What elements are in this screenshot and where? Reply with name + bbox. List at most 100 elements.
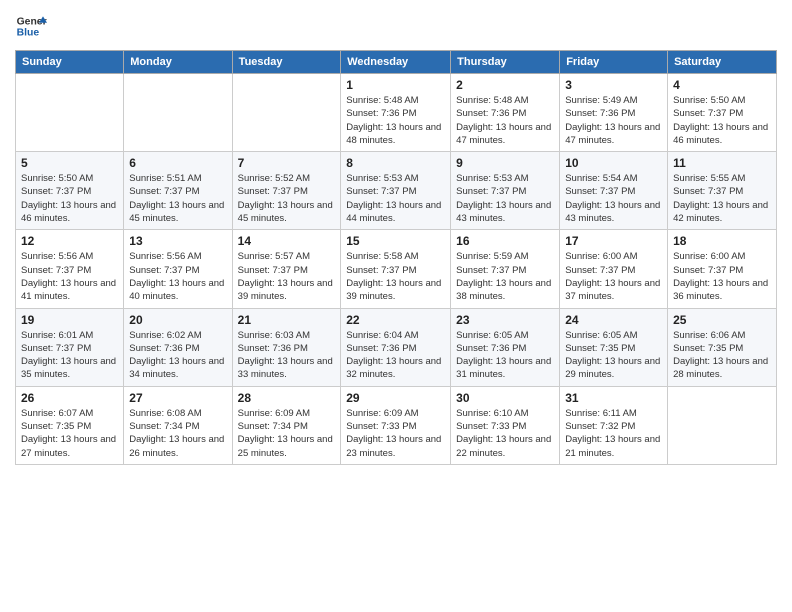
calendar-week-row: 1 Sunrise: 5:48 AMSunset: 7:36 PMDaylight… <box>16 74 777 152</box>
weekday-tuesday: Tuesday <box>232 51 341 74</box>
calendar-cell: 18Sunrise: 6:00 AMSunset: 7:37 PMDayligh… <box>668 230 777 308</box>
calendar-cell: 13 Sunrise: 5:56 AMSunset: 7:37 PMDayligh… <box>124 230 232 308</box>
day-number: 9 <box>456 156 554 170</box>
weekday-monday: Monday <box>124 51 232 74</box>
day-info: Sunrise: 5:50 AMSunset: 7:37 PMDaylight:… <box>21 172 118 225</box>
day-info: Sunrise: 5:54 AMSunset: 7:37 PMDaylight:… <box>565 172 662 225</box>
day-info: Sunrise: 5:57 AMSunset: 7:37 PMDaylight:… <box>238 250 336 303</box>
day-info: Sunrise: 5:51 AMSunset: 7:37 PMDaylight:… <box>129 172 226 225</box>
day-info: Sunrise: 6:11 AMSunset: 7:32 PMDaylight:… <box>565 407 662 460</box>
day-number: 10 <box>565 156 662 170</box>
calendar-cell <box>668 386 777 464</box>
header: General Blue <box>15 10 777 42</box>
calendar-cell: 7Sunrise: 5:52 AMSunset: 7:37 PMDaylight… <box>232 152 341 230</box>
calendar-cell: 23 Sunrise: 6:05 AMSunset: 7:36 PMDayligh… <box>451 308 560 386</box>
calendar-cell: 31 Sunrise: 6:11 AMSunset: 7:32 PMDayligh… <box>560 386 668 464</box>
calendar-cell: 2 Sunrise: 5:48 AMSunset: 7:36 PMDaylight… <box>451 74 560 152</box>
day-info: Sunrise: 5:55 AMSunset: 7:37 PMDaylight:… <box>673 172 771 225</box>
day-number: 8 <box>346 156 445 170</box>
day-info: Sunrise: 5:53 AMSunset: 7:37 PMDaylight:… <box>346 172 445 225</box>
calendar-week-row: 19 Sunrise: 6:01 AMSunset: 7:37 PMDayligh… <box>16 308 777 386</box>
weekday-thursday: Thursday <box>451 51 560 74</box>
day-number: 24 <box>565 313 662 327</box>
day-info: Sunrise: 6:03 AMSunset: 7:36 PMDaylight:… <box>238 329 336 382</box>
calendar-cell: 8 Sunrise: 5:53 AMSunset: 7:37 PMDaylight… <box>341 152 451 230</box>
day-info: Sunrise: 5:48 AMSunset: 7:36 PMDaylight:… <box>456 94 554 147</box>
calendar-cell: 25 Sunrise: 6:06 AMSunset: 7:35 PMDayligh… <box>668 308 777 386</box>
calendar-cell: 12Sunrise: 5:56 AMSunset: 7:37 PMDayligh… <box>16 230 124 308</box>
calendar-cell <box>124 74 232 152</box>
day-number: 25 <box>673 313 771 327</box>
logo: General Blue <box>15 10 51 42</box>
calendar-table: SundayMondayTuesdayWednesdayThursdayFrid… <box>15 50 777 465</box>
day-number: 14 <box>238 234 336 248</box>
day-number: 5 <box>21 156 118 170</box>
logo-icon: General Blue <box>15 10 47 42</box>
day-info: Sunrise: 6:02 AMSunset: 7:36 PMDaylight:… <box>129 329 226 382</box>
day-info: Sunrise: 6:10 AMSunset: 7:33 PMDaylight:… <box>456 407 554 460</box>
page: General Blue SundayMondayTuesdayWednesda… <box>0 0 792 612</box>
weekday-sunday: Sunday <box>16 51 124 74</box>
day-number: 17 <box>565 234 662 248</box>
calendar-cell: 5 Sunrise: 5:50 AMSunset: 7:37 PMDaylight… <box>16 152 124 230</box>
calendar-cell: 17Sunrise: 6:00 AMSunset: 7:37 PMDayligh… <box>560 230 668 308</box>
day-info: Sunrise: 6:09 AMSunset: 7:33 PMDaylight:… <box>346 407 445 460</box>
day-number: 1 <box>346 78 445 92</box>
calendar-cell: 22 Sunrise: 6:04 AMSunset: 7:36 PMDayligh… <box>341 308 451 386</box>
day-info: Sunrise: 6:08 AMSunset: 7:34 PMDaylight:… <box>129 407 226 460</box>
svg-text:Blue: Blue <box>17 28 40 39</box>
calendar-cell: 11Sunrise: 5:55 AMSunset: 7:37 PMDayligh… <box>668 152 777 230</box>
day-number: 28 <box>238 391 336 405</box>
calendar-cell: 9 Sunrise: 5:53 AMSunset: 7:37 PMDaylight… <box>451 152 560 230</box>
calendar-week-row: 12Sunrise: 5:56 AMSunset: 7:37 PMDayligh… <box>16 230 777 308</box>
day-number: 19 <box>21 313 118 327</box>
day-info: Sunrise: 6:01 AMSunset: 7:37 PMDaylight:… <box>21 329 118 382</box>
day-number: 4 <box>673 78 771 92</box>
day-number: 21 <box>238 313 336 327</box>
calendar-cell: 6 Sunrise: 5:51 AMSunset: 7:37 PMDaylight… <box>124 152 232 230</box>
day-info: Sunrise: 5:59 AMSunset: 7:37 PMDaylight:… <box>456 250 554 303</box>
day-info: Sunrise: 6:05 AMSunset: 7:36 PMDaylight:… <box>456 329 554 382</box>
day-info: Sunrise: 5:49 AMSunset: 7:36 PMDaylight:… <box>565 94 662 147</box>
day-number: 13 <box>129 234 226 248</box>
calendar-cell: 28Sunrise: 6:09 AMSunset: 7:34 PMDayligh… <box>232 386 341 464</box>
day-number: 15 <box>346 234 445 248</box>
day-info: Sunrise: 5:56 AMSunset: 7:37 PMDaylight:… <box>129 250 226 303</box>
day-info: Sunrise: 6:04 AMSunset: 7:36 PMDaylight:… <box>346 329 445 382</box>
day-number: 27 <box>129 391 226 405</box>
calendar-cell: 24 Sunrise: 6:05 AMSunset: 7:35 PMDayligh… <box>560 308 668 386</box>
day-number: 22 <box>346 313 445 327</box>
day-number: 30 <box>456 391 554 405</box>
calendar-cell: 4 Sunrise: 5:50 AMSunset: 7:37 PMDaylight… <box>668 74 777 152</box>
day-number: 6 <box>129 156 226 170</box>
calendar-cell: 21 Sunrise: 6:03 AMSunset: 7:36 PMDayligh… <box>232 308 341 386</box>
day-number: 2 <box>456 78 554 92</box>
day-info: Sunrise: 5:48 AMSunset: 7:36 PMDaylight:… <box>346 94 445 147</box>
calendar-cell: 10 Sunrise: 5:54 AMSunset: 7:37 PMDayligh… <box>560 152 668 230</box>
weekday-wednesday: Wednesday <box>341 51 451 74</box>
calendar-cell: 15Sunrise: 5:58 AMSunset: 7:37 PMDayligh… <box>341 230 451 308</box>
calendar-cell: 14 Sunrise: 5:57 AMSunset: 7:37 PMDayligh… <box>232 230 341 308</box>
weekday-friday: Friday <box>560 51 668 74</box>
day-info: Sunrise: 6:05 AMSunset: 7:35 PMDaylight:… <box>565 329 662 382</box>
day-info: Sunrise: 6:06 AMSunset: 7:35 PMDaylight:… <box>673 329 771 382</box>
day-number: 20 <box>129 313 226 327</box>
day-number: 16 <box>456 234 554 248</box>
calendar-cell: 29 Sunrise: 6:09 AMSunset: 7:33 PMDayligh… <box>341 386 451 464</box>
day-number: 31 <box>565 391 662 405</box>
day-number: 23 <box>456 313 554 327</box>
day-info: Sunrise: 5:53 AMSunset: 7:37 PMDaylight:… <box>456 172 554 225</box>
day-number: 18 <box>673 234 771 248</box>
day-number: 29 <box>346 391 445 405</box>
calendar-cell: 1 Sunrise: 5:48 AMSunset: 7:36 PMDaylight… <box>341 74 451 152</box>
calendar-week-row: 5 Sunrise: 5:50 AMSunset: 7:37 PMDaylight… <box>16 152 777 230</box>
day-number: 3 <box>565 78 662 92</box>
calendar-cell: 20 Sunrise: 6:02 AMSunset: 7:36 PMDayligh… <box>124 308 232 386</box>
day-info: Sunrise: 5:50 AMSunset: 7:37 PMDaylight:… <box>673 94 771 147</box>
calendar-cell <box>16 74 124 152</box>
calendar-week-row: 26Sunrise: 6:07 AMSunset: 7:35 PMDayligh… <box>16 386 777 464</box>
weekday-header-row: SundayMondayTuesdayWednesdayThursdayFrid… <box>16 51 777 74</box>
day-number: 7 <box>238 156 336 170</box>
calendar-cell: 26Sunrise: 6:07 AMSunset: 7:35 PMDayligh… <box>16 386 124 464</box>
day-number: 26 <box>21 391 118 405</box>
